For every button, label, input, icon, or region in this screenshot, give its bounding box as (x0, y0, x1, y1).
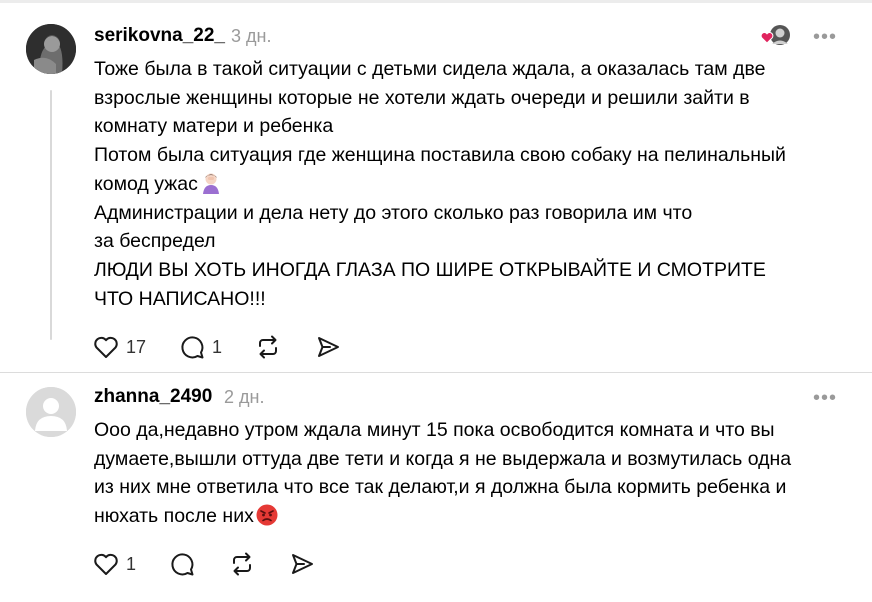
send-icon (318, 337, 339, 357)
more-options-button[interactable]: ••• (813, 27, 837, 47)
comment-author[interactable]: serikovna_22_ (94, 25, 225, 47)
comment-line: комнату матери и ребенка (94, 115, 334, 138)
heart-icon (94, 336, 118, 358)
like-button[interactable]: 1 (92, 550, 136, 578)
avatar[interactable] (26, 387, 76, 437)
heart-icon (94, 553, 118, 575)
comment-line: взрослые женщины которые не хотели ждать… (94, 86, 750, 109)
comment-2: zhanna_2490 2 дн. ••• Ооо да,недавно утр… (0, 373, 872, 602)
like-count: 1 (126, 553, 137, 574)
comment-line-text: комод ужас (94, 172, 198, 195)
like-button[interactable]: 17 (92, 333, 146, 361)
like-count: 17 (126, 336, 147, 357)
comment-line: думаете,вышли оттуда две тети и когда я … (94, 447, 792, 470)
comment-line: нюхать после них (94, 502, 854, 531)
share-button[interactable] (314, 333, 342, 361)
woman-facepalming-emoji (200, 172, 222, 194)
speech-bubble-icon (171, 553, 194, 576)
repost-icon (259, 335, 277, 359)
comment-author[interactable]: zhanna_2490 (94, 386, 212, 408)
comment-line: за беспредел (94, 230, 216, 253)
comment-time: 3 дн. (231, 26, 272, 46)
speech-bubble-icon (181, 336, 204, 359)
reply-button[interactable]: 1 (178, 333, 222, 361)
comment-line: Потом была ситуация где женщина поставил… (94, 144, 786, 167)
comment-line: Ооо да,недавно утром ждала минут 15 пока… (94, 419, 775, 441)
repost-button[interactable] (254, 333, 282, 361)
comment-line: из них мне ответила что все так делают,и… (94, 476, 787, 499)
comment-actions: 17 1 (92, 333, 352, 361)
comment-1: serikovna_22_ 3 дн. ••• Тоже была в тако… (0, 0, 872, 378)
reply-button[interactable] (168, 550, 196, 578)
comment-line: ЧТО НАПИСАНО!!! (94, 287, 266, 310)
liked-by-author-icon (760, 24, 792, 48)
more-options-button[interactable]: ••• (813, 388, 837, 408)
comment-line: комод ужас (94, 170, 854, 199)
avatar[interactable] (26, 24, 76, 74)
reply-count: 1 (212, 336, 223, 357)
comment-text: Тоже была в такой ситуации с детьми сиде… (94, 55, 854, 313)
share-button[interactable] (288, 550, 316, 578)
comment-line: Тоже была в такой ситуации с детьми сиде… (94, 58, 766, 80)
comment-text: Ооо да,недавно утром ждала минут 15 пока… (94, 416, 854, 531)
comment-time: 2 дн. (224, 387, 265, 407)
comment-line: Администрации и дела нету до этого сколь… (94, 201, 693, 224)
comment-actions: 1 (92, 550, 332, 578)
comment-line-text: нюхать после них (94, 505, 254, 528)
repost-icon (233, 552, 251, 576)
thread-line (50, 90, 52, 340)
send-icon (292, 554, 313, 574)
repost-button[interactable] (228, 550, 256, 578)
comment-line: ЛЮДИ ВЫ ХОТЬ ИНОГДА ГЛАЗА ПО ШИРЕ ОТКРЫВ… (94, 258, 766, 281)
default-avatar-icon (26, 387, 76, 437)
angry-face-emoji (256, 504, 278, 526)
